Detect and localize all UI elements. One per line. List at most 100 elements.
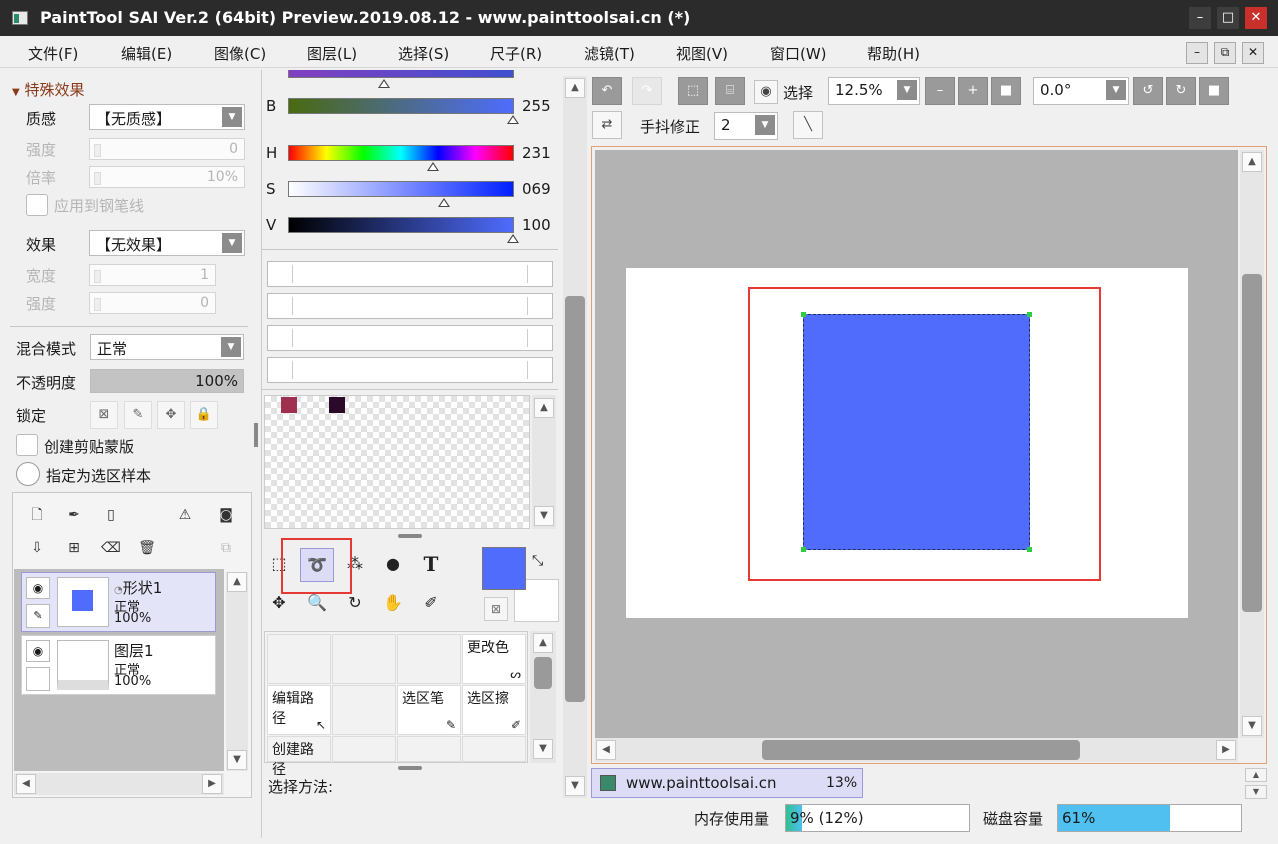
close-button[interactable]: ✕ (1245, 7, 1267, 29)
texture-select[interactable]: 【无质感】 ▼ (89, 104, 245, 130)
layer-row-shape[interactable]: ◉ ✎ ◔形状1 正常 100% (21, 572, 216, 632)
tool-grid-scrollbar[interactable]: ▲ ▼ (530, 631, 556, 763)
scroll-up-icon[interactable]: ▲ (534, 398, 554, 418)
s-marker[interactable] (438, 198, 450, 207)
selection-sample-radio[interactable] (16, 462, 40, 486)
scroll-down-icon[interactable]: ▼ (533, 739, 553, 759)
doc-restore-button[interactable]: ⧉ (1214, 42, 1236, 64)
b-slider[interactable] (288, 98, 514, 114)
pen-icon[interactable] (26, 667, 50, 691)
panel-splitter[interactable] (254, 423, 258, 447)
primary-color[interactable] (482, 547, 526, 590)
delete-layer-icon[interactable]: 🗑 (133, 535, 161, 563)
tool-slot[interactable] (462, 736, 526, 762)
undo-icon[interactable]: ↶ (592, 77, 622, 105)
lock-move-icon[interactable]: ✥ (157, 401, 185, 429)
shape-tool-icon[interactable]: ● (376, 548, 410, 582)
doc-close-button[interactable]: ✕ (1242, 42, 1264, 64)
new-pen-layer-icon[interactable]: ✒ (60, 502, 88, 530)
scroll-thumb[interactable] (534, 657, 552, 689)
tool-panel-scrollbar[interactable]: ▲ ▼ (563, 76, 587, 798)
scroll-down-icon[interactable]: ▼ (1242, 716, 1262, 736)
layer-scrollbar[interactable]: ▲ ▼ (226, 572, 248, 771)
custom-slider-2[interactable] (267, 293, 553, 319)
strength2-slider[interactable]: 0 (89, 292, 216, 314)
text-tool-icon[interactable]: T (414, 548, 448, 582)
hand-tool-icon[interactable]: ✋ (376, 587, 410, 621)
lock-all-icon[interactable]: 🔒 (190, 401, 218, 429)
custom-slider-4[interactable] (267, 357, 553, 383)
menu-layer[interactable]: 图层(L) (307, 43, 357, 64)
blend-mode-select[interactable]: 正常 ▼ (90, 334, 244, 360)
layer-hscrollbar[interactable]: ◀ ▶ (14, 773, 224, 795)
custom-slider-1[interactable] (267, 261, 553, 287)
menu-image[interactable]: 图像(C) (214, 43, 266, 64)
zoom-in-icon[interactable]: + (958, 77, 988, 105)
menu-help[interactable]: 帮助(H) (867, 43, 920, 64)
select-eraser-tool[interactable]: 选区擦 ✐ (462, 685, 526, 735)
color-swatch-palette[interactable] (264, 395, 530, 529)
tool-slot[interactable] (332, 685, 396, 735)
rotation-select[interactable]: 0.0° ▼ (1033, 77, 1129, 105)
scroll-up-icon[interactable]: ▲ (565, 78, 585, 98)
edit-path-tool[interactable]: 编辑路径 ↖ (267, 685, 331, 735)
lock-transparency-icon[interactable]: ⊠ (90, 401, 118, 429)
scroll-up-icon[interactable]: ▲ (227, 572, 247, 592)
clipping-mask-checkbox[interactable] (16, 434, 38, 456)
new-folder-icon[interactable]: ▯ (97, 502, 125, 530)
opacity-slider[interactable]: 100% (90, 369, 244, 393)
scroll-up-icon[interactable]: ▲ (1242, 152, 1262, 172)
menu-ruler[interactable]: 尺子(R) (490, 43, 542, 64)
tool-slot[interactable] (397, 634, 461, 684)
menu-edit[interactable]: 编辑(E) (121, 43, 172, 64)
flip-horizontal-icon[interactable]: ⇄ (592, 111, 622, 139)
new-layer-icon[interactable]: 🗋 (23, 502, 51, 530)
h-marker[interactable] (427, 162, 439, 171)
zoom-reset-icon[interactable]: ■ (991, 77, 1021, 105)
zoom-select[interactable]: 12.5% ▼ (828, 77, 920, 105)
tool-slot[interactable] (332, 634, 396, 684)
zoom-out-icon[interactable]: – (925, 77, 955, 105)
effect-select[interactable]: 【无效果】 ▼ (89, 230, 245, 256)
menu-window[interactable]: 窗口(W) (770, 43, 827, 64)
merge-down-icon[interactable]: ⊞ (60, 535, 88, 563)
scroll-thumb[interactable] (565, 296, 585, 702)
select-pen-tool[interactable]: 选区笔 ✎ (397, 685, 461, 735)
scroll-down-icon[interactable]: ▼ (565, 776, 585, 796)
scroll-thumb[interactable] (762, 740, 1080, 760)
doc-minimize-button[interactable]: – (1186, 42, 1208, 64)
canvas-vscrollbar[interactable]: ▲ ▼ (1240, 150, 1264, 738)
eyedropper-tool-icon[interactable]: ✐ (414, 587, 448, 621)
tool-slot[interactable] (332, 736, 396, 762)
maximize-button[interactable]: □ (1217, 7, 1239, 29)
change-color-tool[interactable]: 更改色 ᔕ (462, 634, 526, 684)
rotate-left-icon[interactable]: ↺ (1133, 77, 1163, 105)
pen-icon[interactable]: ✎ (26, 604, 50, 628)
clear-layer-icon[interactable]: ⌫ (97, 535, 125, 563)
tool-slot[interactable] (397, 736, 461, 762)
stabilizer-select[interactable]: 2 ▼ (714, 112, 778, 140)
swap-colors-icon[interactable]: ⤡ (532, 553, 543, 569)
apply-pen-checkbox[interactable] (26, 194, 48, 216)
transfer-down-icon[interactable]: ⇩ (23, 535, 51, 563)
scroll-down-icon[interactable]: ▼ (534, 506, 554, 526)
scroll-right-icon[interactable]: ▶ (202, 774, 222, 794)
slider-marker[interactable] (378, 79, 390, 88)
scroll-left-icon[interactable]: ◀ (596, 740, 616, 760)
create-path-tool[interactable]: 创建路径 (267, 736, 331, 778)
rotate-right-icon[interactable]: ↻ (1166, 77, 1196, 105)
color-swatch[interactable] (281, 397, 297, 413)
menu-file[interactable]: 文件(F) (28, 43, 78, 64)
tab-scroll-up-icon[interactable]: ▲ (1245, 768, 1267, 782)
shape-layer-icon[interactable]: ⚠ (171, 502, 199, 530)
scale-slider[interactable]: 10% (89, 166, 245, 188)
layer-mask-icon[interactable]: ◙ (212, 502, 240, 530)
scroll-right-icon[interactable]: ▶ (1216, 740, 1236, 760)
width-slider[interactable]: 1 (89, 264, 216, 286)
v-marker[interactable] (507, 234, 519, 243)
deselect-icon[interactable]: ⬚ (678, 77, 708, 105)
scroll-thumb[interactable] (1242, 274, 1262, 612)
v-slider[interactable] (288, 217, 514, 233)
panel-splitter[interactable] (398, 766, 422, 770)
transparent-color-icon[interactable]: ⊠ (484, 597, 508, 621)
